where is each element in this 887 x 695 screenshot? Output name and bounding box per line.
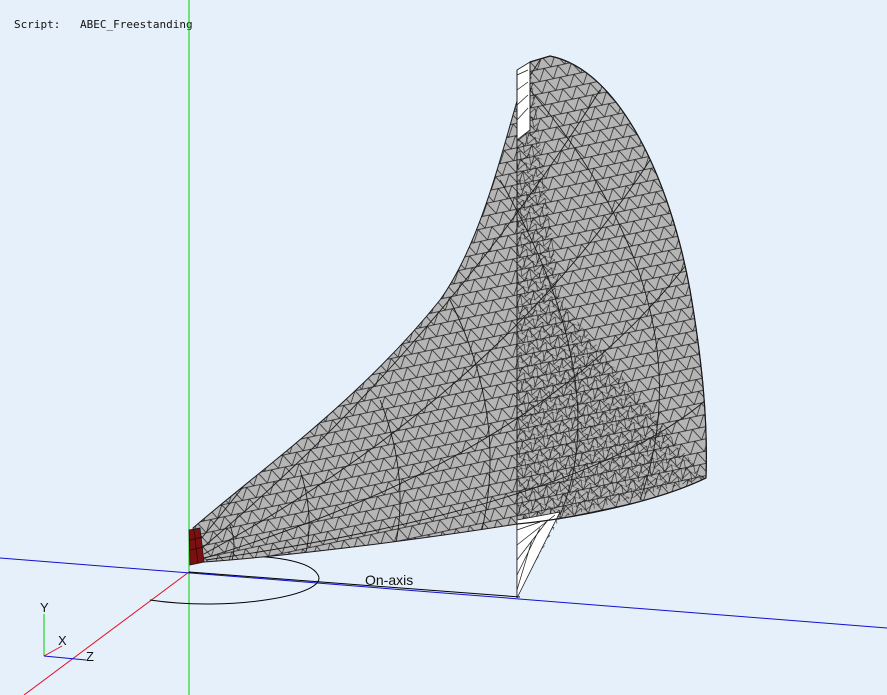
- on-axis-label: On-axis: [365, 572, 413, 588]
- triad-y-label: Y: [40, 600, 49, 615]
- horn-mesh[interactable]: [192, 55, 707, 599]
- triad-z-label: Z: [86, 649, 94, 664]
- orientation-triad: Y X Z: [40, 600, 94, 664]
- x-axis-line: [23, 571, 190, 695]
- triad-x-label: X: [58, 633, 67, 648]
- scene-canvas[interactable]: On-axis Y X Z: [0, 0, 887, 695]
- on-axis-line: [188, 571, 521, 598]
- viewport-3d[interactable]: Script: ABEC_Freestanding On-axis Y X Z: [0, 0, 887, 695]
- z-axis-line: [0, 557, 887, 629]
